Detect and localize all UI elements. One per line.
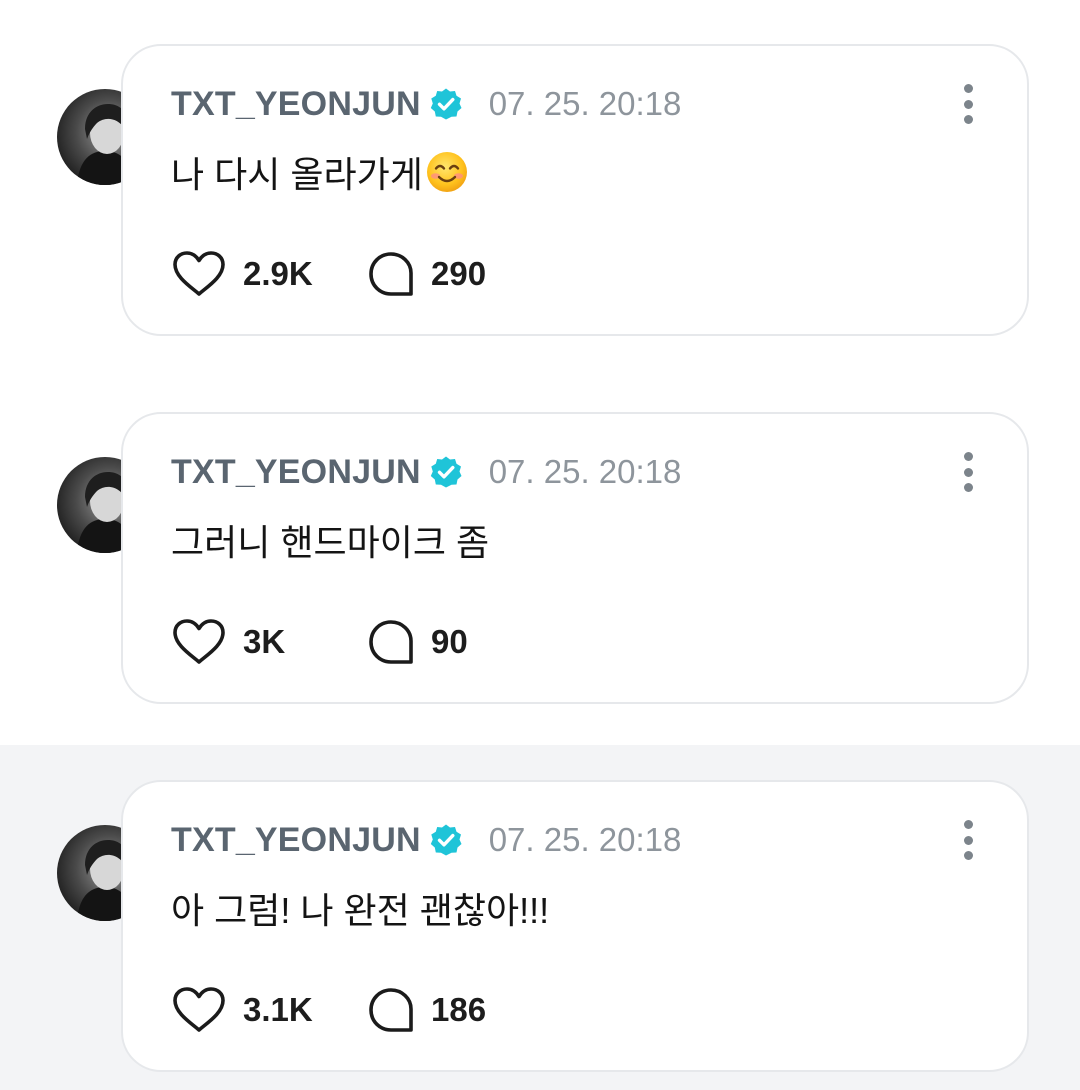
- like-count: 3K: [243, 623, 286, 660]
- post-header: TXT_YEONJUN 07. 25. 20:18: [171, 452, 681, 492]
- verified-badge-icon: [430, 456, 462, 488]
- comment-button[interactable]: 90: [367, 618, 468, 666]
- more-vertical-icon[interactable]: [953, 820, 983, 860]
- post-actions: 2.9K 290: [171, 249, 486, 299]
- post-actions: 3.1K 186: [171, 985, 486, 1035]
- post-timestamp: 07. 25. 20:18: [488, 453, 682, 490]
- comment-count: 290: [431, 255, 487, 292]
- verified-badge-icon: [430, 824, 462, 856]
- post-text-content: 그러니 핸드마이크 좀: [171, 522, 490, 563]
- post-header: TXT_YEONJUN 07. 25. 20:18: [171, 84, 681, 124]
- like-button[interactable]: 2.9K: [171, 249, 367, 299]
- comment-count: 186: [431, 991, 487, 1028]
- post-card[interactable]: TXT_YEONJUN 07. 25. 20:18 아 그럼! 나 완전 괜찮아…: [121, 780, 1029, 1072]
- like-button[interactable]: 3K: [171, 617, 367, 667]
- username[interactable]: TXT_YEONJUN: [171, 453, 421, 492]
- username[interactable]: TXT_YEONJUN: [171, 85, 421, 124]
- heart-icon: [173, 619, 225, 664]
- heart-icon: [173, 251, 225, 296]
- post-text: 나 다시 올라가게: [171, 146, 469, 198]
- like-count: 3.1K: [243, 991, 313, 1028]
- post-card[interactable]: TXT_YEONJUN 07. 25. 20:18 그러니 핸드마이크 좀 3K: [121, 412, 1029, 704]
- comment-bubble-icon: [369, 252, 413, 296]
- post-header: TXT_YEONJUN 07. 25. 20:18: [171, 820, 681, 860]
- post-text-content: 나 다시 올라가게: [171, 154, 423, 195]
- comment-button[interactable]: 290: [367, 250, 486, 298]
- more-vertical-icon[interactable]: [953, 452, 983, 492]
- smiling-face-emoji-icon: [426, 152, 467, 192]
- post-timestamp: 07. 25. 20:18: [488, 85, 682, 122]
- verified-badge-icon: [430, 88, 462, 120]
- like-button[interactable]: 3.1K: [171, 985, 367, 1035]
- like-count: 2.9K: [243, 255, 313, 292]
- heart-icon: [173, 987, 225, 1032]
- post-text-content: 아 그럼! 나 완전 괜찮아!!!: [171, 890, 550, 931]
- post-timestamp: 07. 25. 20:18: [488, 821, 682, 858]
- comment-count: 90: [431, 623, 468, 660]
- comment-bubble-icon: [369, 620, 413, 664]
- username[interactable]: TXT_YEONJUN: [171, 821, 421, 860]
- comment-button[interactable]: 186: [367, 986, 486, 1034]
- comment-bubble-icon: [369, 988, 413, 1032]
- post-text: 아 그럼! 나 완전 괜찮아!!!: [171, 882, 549, 934]
- post-actions: 3K 90: [171, 617, 468, 667]
- post-text: 그러니 핸드마이크 좀: [171, 514, 489, 566]
- more-vertical-icon[interactable]: [953, 84, 983, 124]
- post-card[interactable]: TXT_YEONJUN 07. 25. 20:18 나 다시 올라가게 2.9K…: [121, 44, 1029, 336]
